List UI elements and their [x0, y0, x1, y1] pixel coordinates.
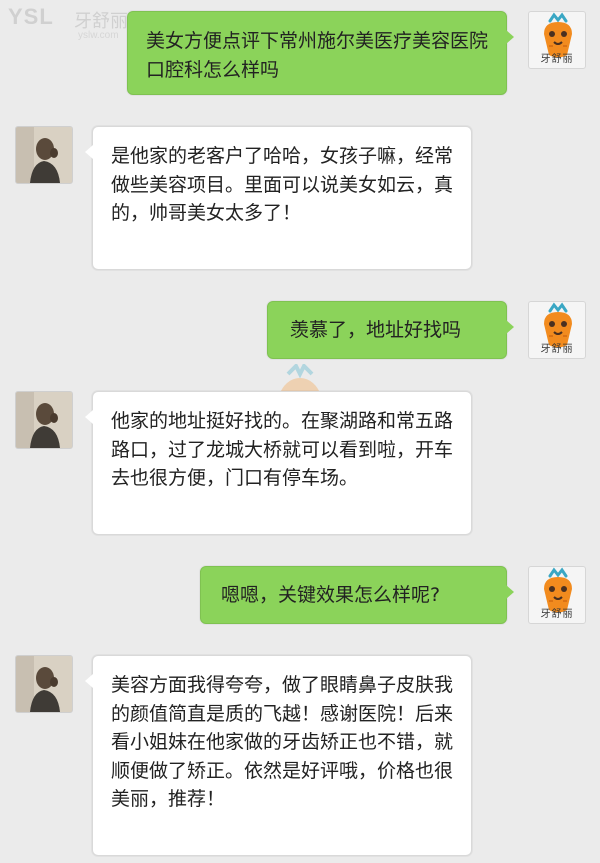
- message-text: 是他家的老客户了哈哈，女孩子嘛，经常做些美容项目。里面可以说美女如云，真的，帅哥…: [111, 145, 454, 224]
- watermark-logo: YSL: [8, 4, 54, 29]
- message-text: 嗯嗯，关键效果怎么样呢?: [221, 584, 441, 606]
- sent-message-bubble[interactable]: 嗯嗯，关键效果怎么样呢?: [200, 566, 514, 624]
- message-text: 羡慕了，地址好找吗: [290, 319, 462, 341]
- brand-avatar-label: 牙舒丽: [540, 609, 574, 620]
- user-avatar[interactable]: [15, 655, 73, 713]
- message-text: 他家的地址挺好找的。在聚湖路和常五路路口，过了龙城大桥就可以看到啦，开车去也很方…: [111, 410, 454, 489]
- message-text: 美容方面我得夸夸，做了眼睛鼻子皮肤我的颜值简直是质的飞越！感谢医院！后来看小姐妹…: [111, 674, 454, 810]
- brand-avatar[interactable]: 牙舒丽: [528, 11, 586, 69]
- received-message-bubble[interactable]: 他家的地址挺好找的。在聚湖路和常五路路口，过了龙城大桥就可以看到啦，开车去也很方…: [85, 391, 472, 535]
- watermark-url: yslw.com: [78, 30, 119, 41]
- woman-photo-icon: [16, 392, 72, 448]
- woman-photo-icon: [16, 127, 72, 183]
- user-avatar[interactable]: [15, 391, 73, 449]
- brand-avatar-label: 牙舒丽: [540, 344, 574, 355]
- brand-avatar[interactable]: 牙舒丽: [528, 301, 586, 359]
- message-text: 美女方便点评下常州施尔美医疗美容医院口腔科怎么样吗: [146, 30, 489, 81]
- sent-message-bubble[interactable]: 羡慕了，地址好找吗: [267, 301, 514, 359]
- user-avatar[interactable]: [15, 126, 73, 184]
- woman-photo-icon: [16, 656, 72, 712]
- sent-message-bubble[interactable]: 美女方便点评下常州施尔美医疗美容医院口腔科怎么样吗: [127, 11, 514, 95]
- brand-avatar-label: 牙舒丽: [540, 54, 574, 65]
- brand-avatar[interactable]: 牙舒丽: [528, 566, 586, 624]
- received-message-bubble[interactable]: 是他家的老客户了哈哈，女孩子嘛，经常做些美容项目。里面可以说美女如云，真的，帅哥…: [85, 126, 472, 270]
- received-message-bubble[interactable]: 美容方面我得夸夸，做了眼睛鼻子皮肤我的颜值简直是质的飞越！感谢医院！后来看小姐妹…: [85, 655, 472, 856]
